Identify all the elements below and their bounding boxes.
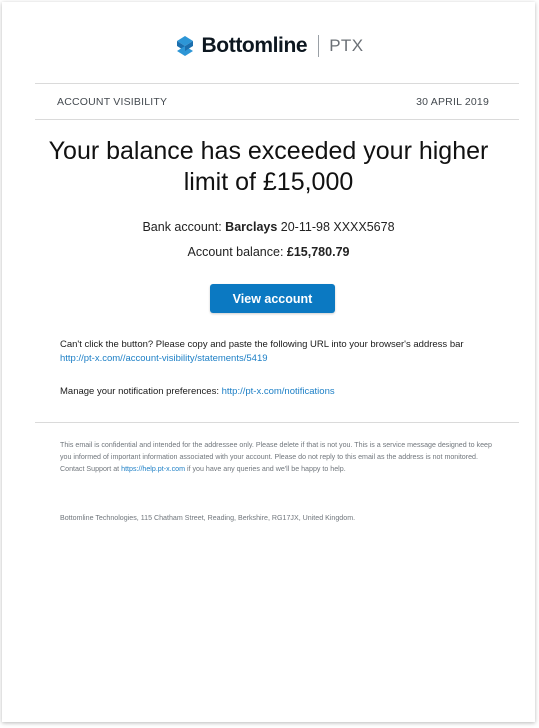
fallback-text: Can't click the button? Please copy and … [60, 339, 464, 350]
brand-logo: Bottomline PTX [2, 30, 535, 62]
email-date: 30 APRIL 2019 [416, 96, 489, 108]
category-label: ACCOUNT VISIBILITY [57, 96, 168, 108]
header-divider-bottom [35, 119, 519, 120]
email-header: ACCOUNT VISIBILITY 30 APRIL 2019 [57, 96, 489, 108]
brand-name: Bottomline [201, 34, 308, 57]
headline: Your balance has exceeded your higher li… [48, 137, 489, 196]
brand-separator [318, 35, 320, 57]
fallback-url-line: http://pt-x.com//account-visibility/stat… [60, 353, 268, 364]
product-name: PTX [329, 36, 364, 55]
header-divider-top [35, 83, 519, 84]
view-account-button[interactable]: View account [210, 284, 335, 313]
notification-label: Manage your notification preferences: [60, 386, 219, 397]
fallback-url-link[interactable]: http://pt-x.com//account-visibility/stat… [60, 353, 268, 364]
bank-account-details: 20-11-98 XXXX5678 [280, 220, 395, 234]
bank-account-line: Bank account: Barclays 20-11-98 XXXX5678 [2, 220, 535, 234]
bank-name: Barclays [225, 220, 278, 234]
notification-line: Manage your notification preferences: ht… [60, 386, 335, 397]
footer-divider [35, 422, 519, 423]
bank-account-label: Bank account: [142, 220, 222, 234]
company-address: Bottomline Technologies, 115 Chatham Str… [60, 514, 356, 522]
email-card: Bottomline PTX ACCOUNT VISIBILITY 30 APR… [2, 2, 535, 722]
balance-line: Account balance: £15,780.79 [2, 245, 535, 259]
balance-value: £15,780.79 [286, 245, 350, 259]
disclaimer: This email is confidential and intended … [60, 439, 496, 475]
balance-label: Account balance: [187, 245, 284, 259]
notification-link[interactable]: http://pt-x.com/notifications [222, 386, 335, 397]
support-link[interactable]: https://help.pt-x.com [121, 465, 185, 473]
bottomline-s-icon [174, 34, 196, 58]
disclaimer-text-end: if you have any queries and we'll be hap… [185, 465, 346, 473]
